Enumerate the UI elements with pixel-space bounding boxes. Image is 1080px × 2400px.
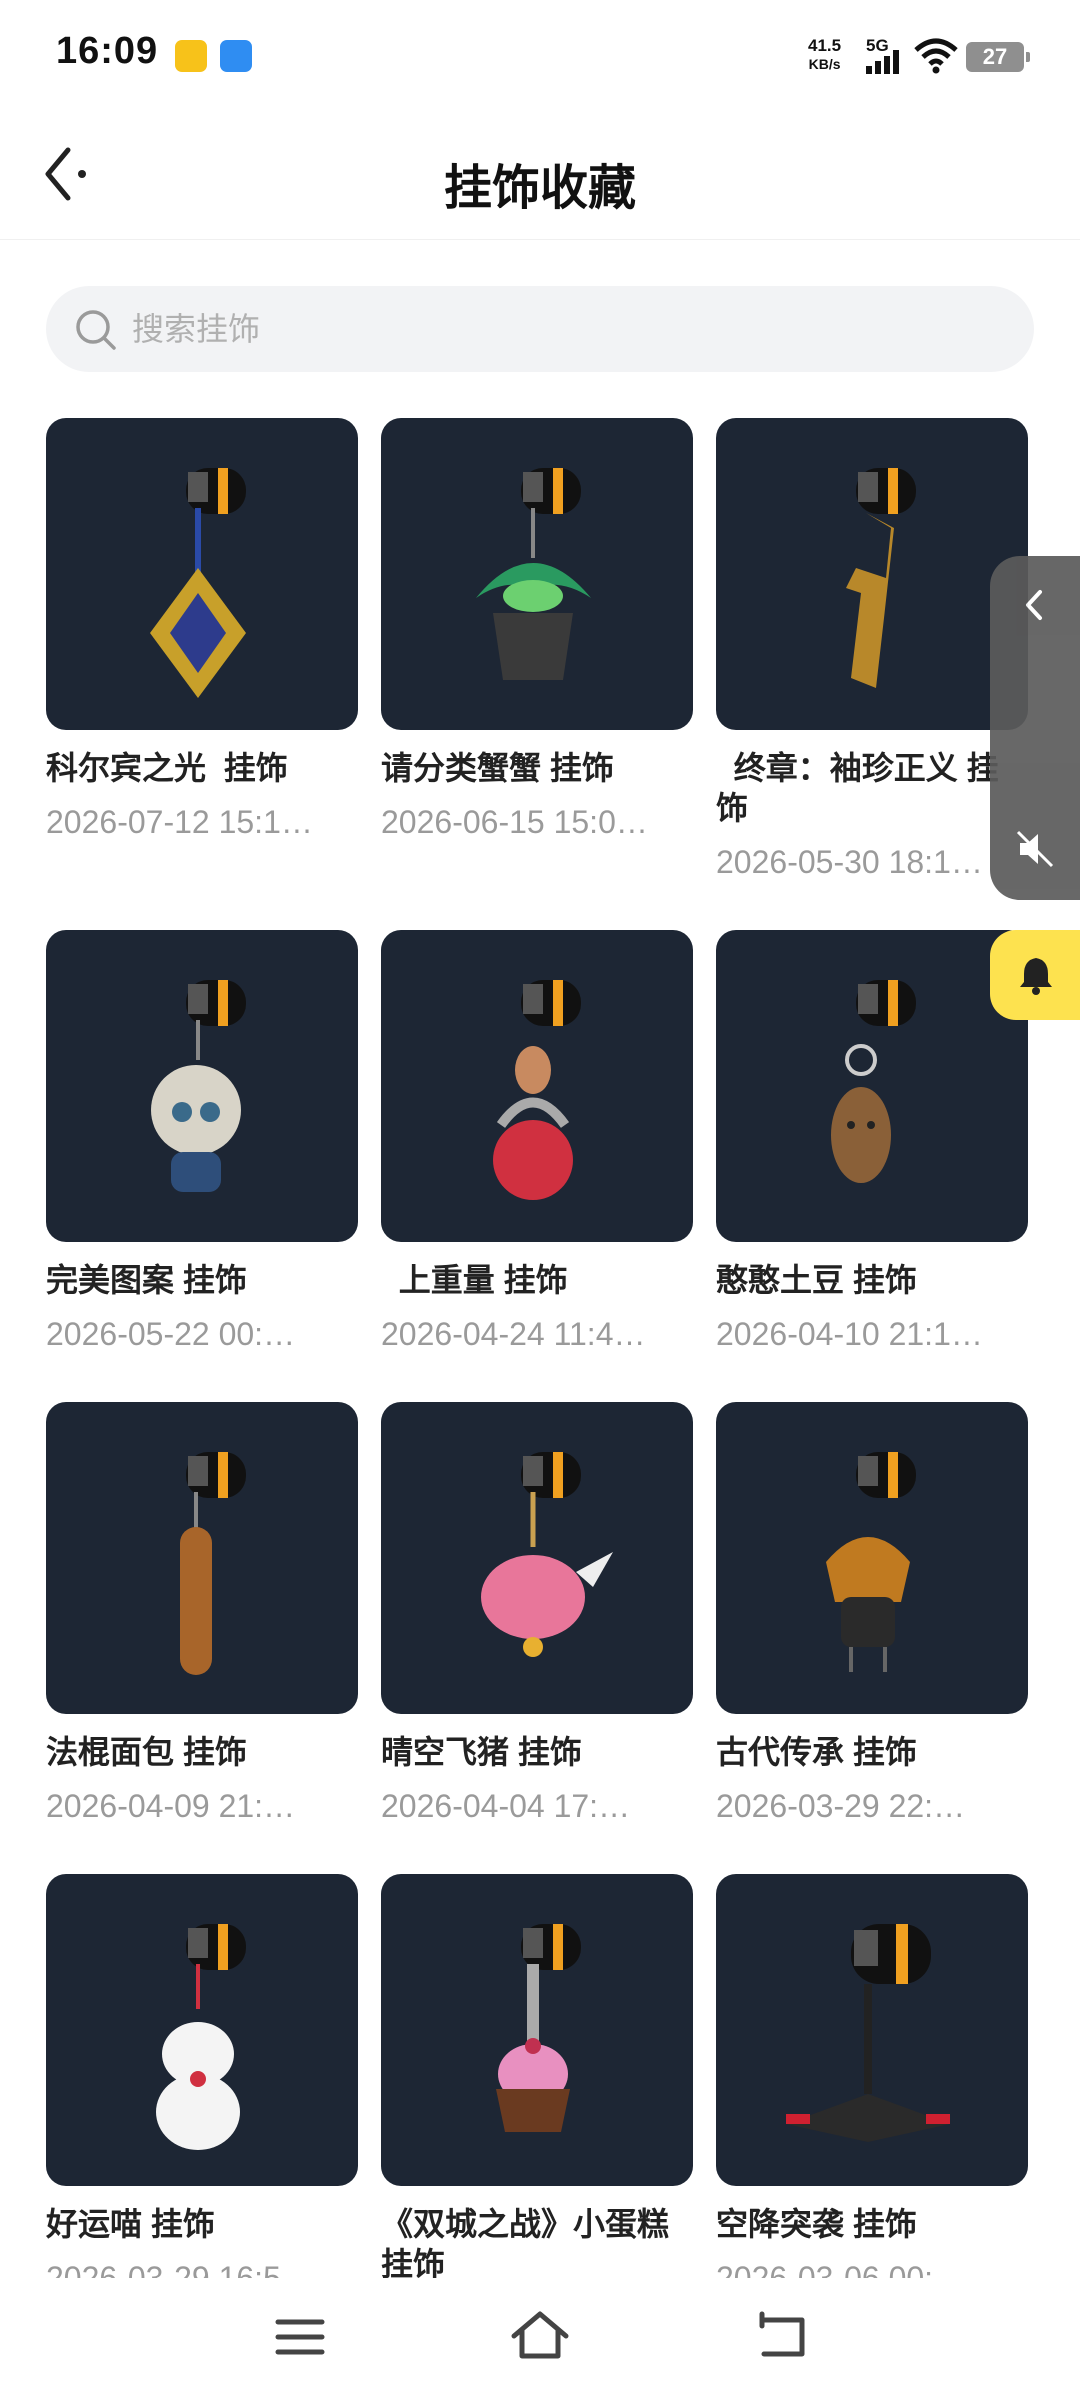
- charm-card[interactable]: 终章：袖珍正义 挂 饰 2026-05-30 18:1…: [716, 418, 1028, 882]
- search-input[interactable]: [132, 286, 992, 372]
- charm-thumbnail: [381, 418, 693, 730]
- charm-name: 上重量 挂饰: [381, 1262, 568, 1298]
- charm-card[interactable]: 空降突袭 挂饰 2026-03-06 00:…: [716, 1874, 1028, 2278]
- charm-date: 2026-04-10 21:1…: [716, 1316, 983, 1352]
- network-speed: 41.5 KB/s: [808, 36, 841, 74]
- charm-grid: 科尔宾之光 挂饰 2026-07-12 15:1… 请分类蟹蟹 挂饰 2026-…: [46, 418, 1046, 2278]
- status-bar: 16:09 41.5 KB/s 5G 27: [0, 0, 1080, 110]
- charm-name: 终章：袖珍正义 挂 饰: [716, 750, 999, 826]
- charm-date: 2026-05-22 00:…: [46, 1316, 296, 1352]
- charm-card[interactable]: 上重量 挂饰 2026-04-24 11:4…: [381, 930, 693, 1354]
- charm-date: 2026-03-29 16:5…: [46, 2260, 313, 2278]
- charm-thumbnail: [716, 1874, 1028, 2186]
- charm-card[interactable]: 完美图案 挂饰 2026-05-22 00:…: [46, 930, 358, 1354]
- charm-thumbnail: [716, 418, 1028, 730]
- wifi-icon: [914, 38, 958, 74]
- charm-thumbnail: [381, 930, 693, 1242]
- search-icon: [76, 310, 116, 350]
- charm-date: 2026-07-12 15:1…: [46, 804, 313, 840]
- charm-name: 古代传承 挂饰: [716, 1734, 917, 1770]
- charm-name: 憨憨土豆 挂饰: [716, 1262, 917, 1298]
- charm-card[interactable]: 古代传承 挂饰 2026-03-29 22:…: [716, 1402, 1028, 1826]
- back-icon[interactable]: [752, 2310, 812, 2360]
- charm-card[interactable]: 请分类蟹蟹 挂饰 2026-06-15 15:0…: [381, 418, 693, 842]
- battery-indicator: 27: [966, 42, 1030, 72]
- charm-thumbnail: [46, 930, 358, 1242]
- charm-name: 晴空飞猪 挂饰: [381, 1734, 582, 1770]
- charm-thumbnail: [381, 1874, 693, 2186]
- charm-card[interactable]: 法棍面包 挂饰 2026-04-09 21:…: [46, 1402, 358, 1826]
- notification-app-icon: [175, 40, 207, 72]
- charm-name: 《双城之战》小蛋糕 挂饰: [381, 2206, 670, 2278]
- bell-icon: [1020, 958, 1052, 995]
- charm-date: 2026-04-04 17:…: [381, 1788, 631, 1824]
- charm-date: 2026-06-15 15:0…: [381, 804, 648, 840]
- floating-side-panel[interactable]: [990, 556, 1080, 900]
- charm-card[interactable]: 晴空飞猪 挂饰 2026-04-04 17:…: [381, 1402, 693, 1826]
- charm-thumbnail: [46, 1402, 358, 1714]
- charm-card[interactable]: 好运喵 挂饰 2026-03-29 16:5…: [46, 1874, 358, 2278]
- notification-app-icon: [220, 40, 252, 72]
- header: 挂饰收藏: [0, 110, 1080, 240]
- charm-thumbnail: [716, 1402, 1028, 1714]
- charm-date: 2026-04-24 11:4…: [381, 1316, 646, 1352]
- signal-icon: [866, 50, 899, 74]
- charm-card[interactable]: 科尔宾之光 挂饰 2026-07-12 15:1…: [46, 418, 358, 842]
- charm-date: 2026-05-30 18:1…: [716, 844, 983, 880]
- status-time: 16:09: [56, 30, 159, 72]
- charm-thumbnail: [46, 418, 358, 730]
- charm-name: 法棍面包 挂饰: [46, 1734, 247, 1770]
- system-navigation-bar: [0, 2280, 1080, 2400]
- charm-name: 好运喵 挂饰: [46, 2206, 215, 2242]
- mute-icon[interactable]: [1012, 826, 1058, 872]
- charm-name: 空降突袭 挂饰: [716, 2206, 917, 2242]
- network-speed-unit: KB/s: [808, 56, 841, 72]
- network-speed-value: 41.5: [808, 36, 842, 55]
- charm-date: 2026-03-06 00:…: [716, 2260, 966, 2278]
- charm-date: 2026-03-29 22:…: [716, 1788, 966, 1824]
- search-box[interactable]: [46, 286, 1034, 372]
- chevron-left-icon[interactable]: [1010, 580, 1060, 630]
- menu-icon[interactable]: [270, 2312, 330, 2362]
- charm-thumbnail: [716, 930, 1028, 1242]
- charm-card[interactable]: 憨憨土豆 挂饰 2026-04-10 21:1…: [716, 930, 1028, 1354]
- charm-card[interactable]: 《双城之战》小蛋糕 挂饰: [381, 1874, 693, 2278]
- charm-name: 完美图案 挂饰: [46, 1262, 247, 1298]
- charm-thumbnail: [381, 1402, 693, 1714]
- charm-name: 科尔宾之光 挂饰: [46, 750, 288, 786]
- home-icon[interactable]: [508, 2308, 572, 2364]
- bell-button[interactable]: [990, 930, 1080, 1020]
- charm-date: 2026-04-09 21:…: [46, 1788, 296, 1824]
- charm-name: 请分类蟹蟹 挂饰: [381, 750, 614, 786]
- page-title: 挂饰收藏: [443, 162, 636, 215]
- charm-thumbnail: [46, 1874, 358, 2186]
